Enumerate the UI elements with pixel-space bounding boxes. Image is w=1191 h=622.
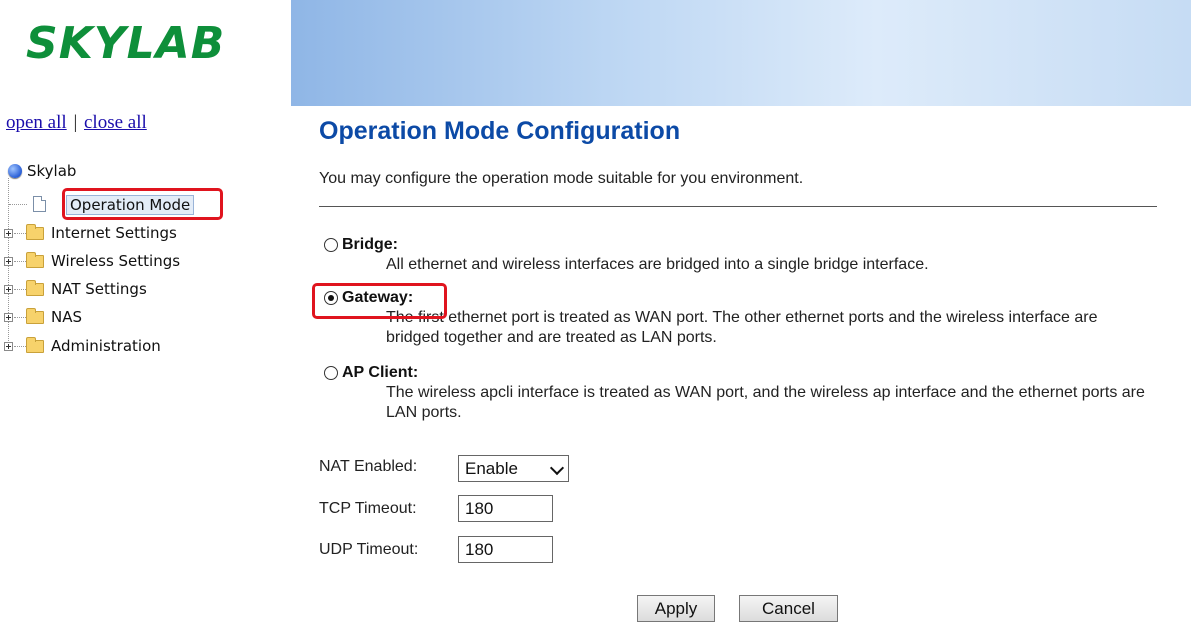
folder-icon bbox=[26, 252, 44, 268]
chevron-down-icon bbox=[549, 460, 565, 476]
expand-plus-icon[interactable] bbox=[4, 285, 13, 294]
tree-item-label: NAT Settings bbox=[51, 280, 147, 298]
expand-plus-icon[interactable] bbox=[4, 229, 13, 238]
close-all-link[interactable]: close all bbox=[84, 112, 147, 133]
ap-client-radio[interactable] bbox=[324, 366, 338, 380]
highlight-box-gateway bbox=[312, 283, 447, 319]
tree-item-label: Wireless Settings bbox=[51, 252, 181, 270]
tree-branch-line bbox=[14, 261, 26, 262]
tree-branch-line bbox=[14, 317, 26, 318]
tcp-timeout-label: TCP Timeout: bbox=[319, 500, 417, 517]
bridge-radio[interactable] bbox=[324, 238, 338, 252]
expand-plus-icon[interactable] bbox=[4, 313, 13, 322]
tree-item-label: Internet Settings bbox=[51, 224, 177, 242]
bridge-description: All ethernet and wireless interfaces are… bbox=[386, 256, 929, 273]
globe-icon bbox=[8, 164, 22, 178]
tree-expand-controls: open all | close all bbox=[6, 112, 147, 134]
divider bbox=[319, 206, 1157, 207]
folder-icon bbox=[26, 337, 44, 353]
nat-enabled-label: NAT Enabled: bbox=[319, 458, 418, 475]
gateway-description: The first ethernet port is treated as WA… bbox=[386, 309, 1098, 346]
bridge-label: Bridge: bbox=[342, 236, 398, 253]
link-separator: | bbox=[73, 112, 78, 133]
folder-icon bbox=[26, 308, 44, 324]
apply-button[interactable]: Apply bbox=[637, 595, 715, 622]
tree-branch-line bbox=[14, 233, 26, 234]
highlight-box-operation-mode bbox=[62, 188, 223, 220]
udp-timeout-label: UDP Timeout: bbox=[319, 541, 419, 558]
page-intro: You may configure the operation mode sui… bbox=[319, 170, 804, 187]
page-title: Operation Mode Configuration bbox=[319, 117, 681, 145]
skylab-logo: SKYLAB bbox=[26, 18, 226, 69]
nat-enabled-select[interactable]: Enable bbox=[458, 455, 569, 482]
expand-plus-icon[interactable] bbox=[4, 257, 13, 266]
nat-enabled-value: Enable bbox=[465, 459, 518, 478]
ap-client-label: AP Client: bbox=[342, 364, 419, 381]
udp-timeout-input[interactable]: 180 bbox=[458, 536, 553, 563]
expand-plus-icon[interactable] bbox=[4, 342, 13, 351]
tree-branch-line bbox=[14, 346, 26, 347]
tree-root-label: Skylab bbox=[27, 162, 77, 180]
tree-branch-line bbox=[9, 204, 27, 205]
open-all-link[interactable]: open all bbox=[6, 112, 67, 133]
ap-client-description: The wireless apcli interface is treated … bbox=[386, 384, 1145, 421]
folder-icon bbox=[26, 224, 44, 240]
tcp-timeout-input[interactable]: 180 bbox=[458, 495, 553, 522]
folder-icon bbox=[26, 280, 44, 296]
header-banner bbox=[291, 0, 1191, 106]
cancel-button[interactable]: Cancel bbox=[739, 595, 838, 622]
tree-item-label: NAS bbox=[51, 308, 83, 326]
tree-item-label: Administration bbox=[51, 337, 161, 355]
page-icon bbox=[33, 196, 46, 212]
tree-branch-line bbox=[14, 289, 26, 290]
